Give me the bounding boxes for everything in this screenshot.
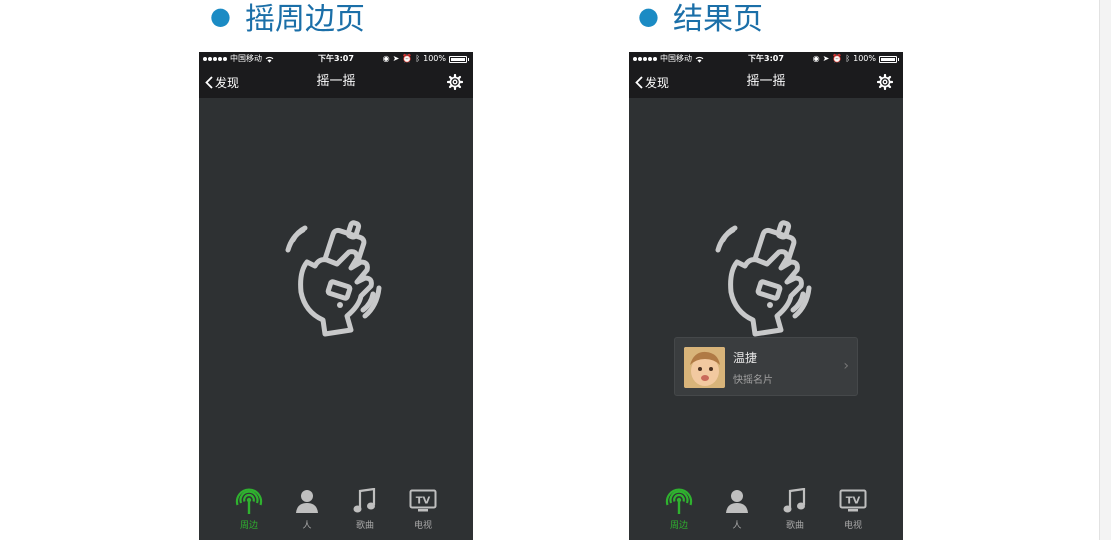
tab-label: 电视 [413,521,432,531]
shake-hand-icon[interactable] [715,212,815,342]
page-title: 摇一摇 [316,74,356,89]
status-bar: 中国移动 下午3:07 ◉ ➤ ⏰ ᛒ 100% [199,52,473,66]
gear-icon[interactable] [877,74,893,90]
shake-hand-icon[interactable] [285,212,385,342]
tab-label: 人 [302,521,312,531]
gear-icon[interactable] [447,74,463,90]
bluetooth-icon: ᛒ [845,54,851,63]
music-note-icon [783,488,806,513]
person-icon [726,490,748,513]
chevron-right-icon: › [843,358,849,374]
tv-icon: TV [409,489,437,512]
tab-tv[interactable]: TV 电视 [830,484,876,540]
battery-percent: 100% [423,54,446,63]
tab-label: 人 [732,521,742,531]
alarm-icon: ⏰ [832,54,843,63]
svg-text:TV: TV [416,496,431,507]
rotation-lock-icon: ◉ [812,54,820,63]
tab-bar: 周边 人 歌曲 TV 电视 [199,484,473,540]
avatar [684,347,725,388]
battery-icon [879,55,897,63]
section-title-result: ● 结果页 [638,0,763,37]
nav-bar: 发现 摇一摇 [629,66,903,98]
tab-label: 歌曲 [355,521,374,531]
alarm-icon: ⏰ [402,54,413,63]
tab-songs[interactable]: 歌曲 [342,484,388,540]
baby-photo [684,347,725,388]
tab-label: 歌曲 [785,521,804,531]
tab-bar: 周边 人 歌曲 TV 电视 [629,484,903,540]
tab-label: 周边 [669,521,688,531]
bullet-icon: ● [210,2,231,30]
location-icon: ➤ [392,54,400,63]
section-title-text: 摇周边页 [244,2,365,37]
phone-result: 中国移动 下午3:07 ◉ ➤ ⏰ ᛒ 100% 发现 摇一摇 温捷 快摇名片 … [629,52,903,540]
person-icon [296,490,318,513]
tab-people[interactable]: 人 [714,484,760,540]
contact-subtitle: 快摇名片 [733,375,773,386]
radar-icon [235,488,263,514]
radar-icon [665,488,693,514]
music-note-icon [353,488,376,513]
battery-icon [449,55,467,63]
svg-text:TV: TV [846,496,861,507]
page-edge [1099,0,1111,540]
bullet-icon: ● [638,2,659,30]
status-bar: 中国移动 下午3:07 ◉ ➤ ⏰ ᛒ 100% [629,52,903,66]
contact-name: 温捷 [733,351,758,365]
bluetooth-icon: ᛒ [415,54,421,63]
rotation-lock-icon: ◉ [382,54,390,63]
tab-songs[interactable]: 歌曲 [772,484,818,540]
nav-bar: 发现 摇一摇 [199,66,473,98]
section-title-text: 结果页 [672,2,763,37]
tv-icon: TV [839,489,867,512]
tab-label: 周边 [239,521,258,531]
tab-nearby[interactable]: 周边 [226,484,272,540]
tab-people[interactable]: 人 [284,484,330,540]
tab-label: 电视 [843,521,862,531]
phone-shake-nearby: 中国移动 下午3:07 ◉ ➤ ⏰ ᛒ 100% 发现 摇一摇 周边 人 歌曲 … [199,52,473,540]
tab-nearby[interactable]: 周边 [656,484,702,540]
battery-percent: 100% [853,54,876,63]
tab-tv[interactable]: TV 电视 [400,484,446,540]
location-icon: ➤ [822,54,830,63]
section-title-shake-nearby: ● 摇周边页 [210,0,365,37]
page-title: 摇一摇 [746,74,786,89]
result-card[interactable]: 温捷 快摇名片 › [674,337,858,396]
